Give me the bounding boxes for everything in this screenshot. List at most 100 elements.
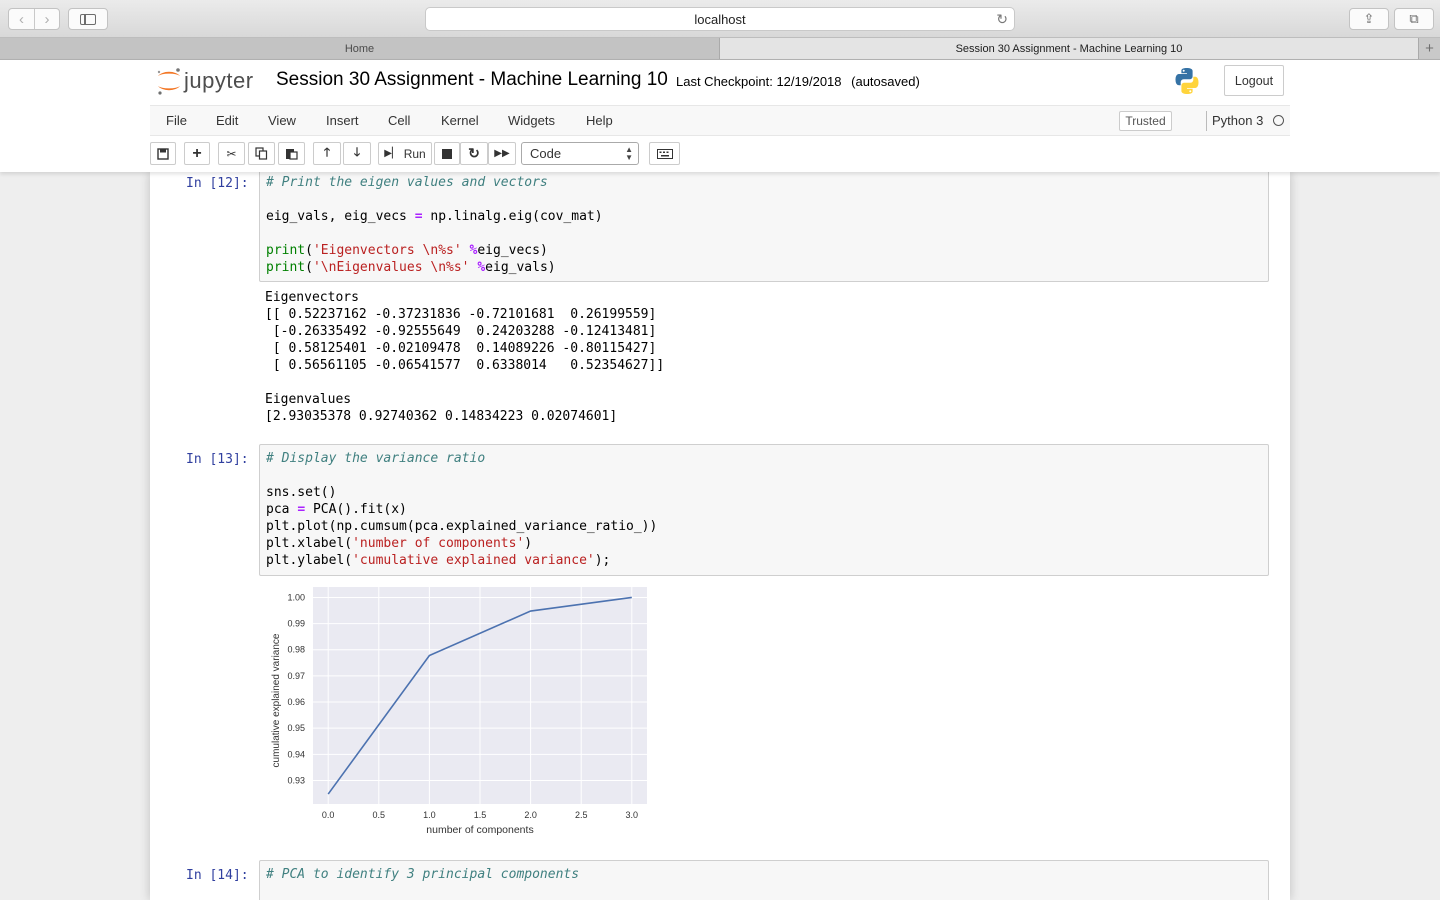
restart-icon: ↻: [468, 145, 480, 161]
menu-edit[interactable]: Edit: [216, 113, 238, 128]
code-text: eig_vecs): [477, 243, 548, 258]
share-button[interactable]: ⇪: [1349, 8, 1389, 30]
insert-cell-button[interactable]: +: [184, 142, 210, 165]
trusted-badge[interactable]: Trusted: [1119, 111, 1172, 131]
tab-home[interactable]: Home: [0, 38, 720, 59]
share-icon: ⇪: [1363, 11, 1375, 26]
restart-button[interactable]: ↻: [460, 142, 488, 165]
kernel-name[interactable]: Python 3: [1212, 113, 1263, 128]
code-text: ): [524, 536, 533, 551]
run-button[interactable]: ▶▏ Run: [378, 142, 432, 165]
back-icon[interactable]: ‹: [9, 9, 34, 29]
y-tick-label: 0.97: [287, 671, 305, 681]
new-tab-button[interactable]: +: [1418, 38, 1440, 59]
jupyter-logo-text[interactable]: jupyter: [184, 68, 254, 94]
output-line: [2.93035378 0.92740362 0.14834223 0.0207…: [265, 409, 618, 424]
code-text: plt.xlabel(: [266, 536, 353, 551]
menu-widgets[interactable]: Widgets: [508, 113, 555, 128]
run-icon: ▶▏: [384, 148, 400, 159]
output-line: Eigenvectors: [265, 290, 359, 305]
notebook-title[interactable]: Session 30 Assignment - Machine Learning…: [276, 69, 668, 91]
code-text: );: [594, 553, 611, 568]
code-line: print('Eigenvectors \n%s' %eig_vecs): [266, 243, 548, 258]
code-string: 'Eigenvectors \n%s': [312, 243, 462, 258]
code-string: 'number of components': [352, 536, 525, 551]
tab-notebook[interactable]: Session 30 Assignment - Machine Learning…: [720, 38, 1418, 59]
code-comment: # Display the variance ratio: [266, 451, 486, 466]
cell-14-prompt: In [14]:: [186, 868, 249, 883]
cell-type-select[interactable]: Code ▲ ▼: [521, 142, 639, 165]
code-text: np.linalg.eig(cov_mat): [422, 209, 603, 224]
code-text: eig_vals): [485, 260, 556, 275]
tab-strip: Home Session 30 Assignment - Machine Lea…: [0, 38, 1440, 60]
code-line: print('\nEigenvalues \n%s' %eig_vals): [266, 260, 556, 275]
y-tick-label: 1.00: [287, 592, 305, 602]
kernel-divider: [1206, 111, 1207, 131]
code-operator: %: [477, 260, 486, 275]
forward-icon[interactable]: ›: [34, 9, 59, 29]
cell-12-input[interactable]: # Print the eigen values and vectors eig…: [259, 172, 1269, 282]
keyboard-icon: [656, 148, 673, 159]
save-button[interactable]: [150, 142, 176, 165]
notebook-toolbar: + ✂ 🡑 🡓 ▶▏ Run ↻ ▶▶ Code ▲ ▼: [150, 140, 1290, 168]
menu-help[interactable]: Help: [586, 113, 613, 128]
code-text: PCA().fit(x): [305, 502, 407, 517]
code-text: plt.ylabel(: [266, 553, 353, 568]
copy-button[interactable]: [248, 142, 275, 165]
cell-14-input[interactable]: # PCA to identify 3 principal components: [259, 860, 1269, 900]
code-line: plt.plot(np.cumsum(pca.explained_varianc…: [266, 519, 658, 534]
y-tick-label: 0.96: [287, 697, 305, 707]
cell-13-input[interactable]: # Display the variance ratio sns.set() p…: [259, 444, 1269, 576]
menu-insert[interactable]: Insert: [326, 113, 359, 128]
nav-buttons: ‹ ›: [8, 8, 60, 30]
code-text: eig_vals, eig_vecs: [266, 209, 415, 224]
cell-13-prompt: In [13]:: [186, 452, 249, 467]
code-string: 'cumulative explained variance': [352, 553, 595, 568]
python-logo-icon: [1175, 68, 1199, 94]
interrupt-button[interactable]: [434, 142, 460, 165]
copy-icon: [255, 147, 268, 160]
cut-button[interactable]: ✂: [218, 142, 245, 165]
code-operator: =: [297, 502, 306, 517]
x-tick-label: 1.0: [423, 810, 436, 820]
x-tick-label: 2.5: [575, 810, 588, 820]
sidebar-toggle-button[interactable]: [68, 8, 108, 30]
y-tick-label: 0.99: [287, 619, 305, 629]
code-string: '\nEigenvalues \n%s': [312, 260, 470, 275]
x-tick-label: 3.0: [626, 810, 639, 820]
stop-icon: [442, 148, 452, 159]
paste-button[interactable]: [278, 142, 305, 165]
reload-icon[interactable]: ↻: [996, 11, 1008, 28]
move-up-button[interactable]: 🡑: [313, 142, 341, 165]
autosave-status: (autosaved): [851, 74, 920, 89]
show-tabs-button[interactable]: ⧉: [1394, 8, 1434, 30]
sidebar-icon: [80, 13, 96, 25]
cell-type-value: Code: [530, 146, 562, 161]
restart-run-all-button[interactable]: ▶▶: [488, 142, 516, 165]
y-axis-label: cumulative explained variance: [271, 633, 282, 767]
code-line: sns.set(): [266, 485, 337, 500]
fast-forward-icon: ▶▶: [494, 148, 510, 159]
logout-button[interactable]: Logout: [1224, 65, 1284, 96]
browser-toolbar: ‹ › localhost ↻ ⇪ ⧉: [0, 0, 1440, 38]
kernel-idle-icon: [1273, 115, 1284, 126]
menu-kernel[interactable]: Kernel: [441, 113, 479, 128]
output-line: [-0.26335492 -0.92555649 0.24203288 -0.1…: [265, 324, 657, 339]
paste-icon: [286, 149, 298, 160]
scissors-icon: ✂: [226, 146, 237, 161]
cell-12-prompt: In [12]:: [186, 176, 249, 191]
command-palette-button[interactable]: [649, 142, 680, 165]
code-line: pca = PCA().fit(x): [266, 502, 407, 517]
menu-view[interactable]: View: [268, 113, 296, 128]
address-bar[interactable]: localhost ↻: [425, 7, 1015, 31]
menu-file[interactable]: File: [166, 113, 187, 128]
variance-ratio-chart: 0.0 0.5 1.0 1.5 2.0 2.5 3.0 0.93 0.94 0.95 0.96 0.9…: [271, 587, 647, 836]
code-line: plt.ylabel('cumulative explained varianc…: [266, 553, 610, 568]
y-tick-label: 0.93: [287, 775, 305, 785]
code-line: eig_vals, eig_vecs = np.linalg.eig(cov_m…: [266, 209, 603, 224]
menu-cell[interactable]: Cell: [388, 113, 410, 128]
move-down-button[interactable]: 🡓: [343, 142, 371, 165]
x-tick-label: 1.5: [474, 810, 487, 820]
address-text: localhost: [694, 11, 746, 27]
code-builtin: print: [266, 260, 306, 275]
